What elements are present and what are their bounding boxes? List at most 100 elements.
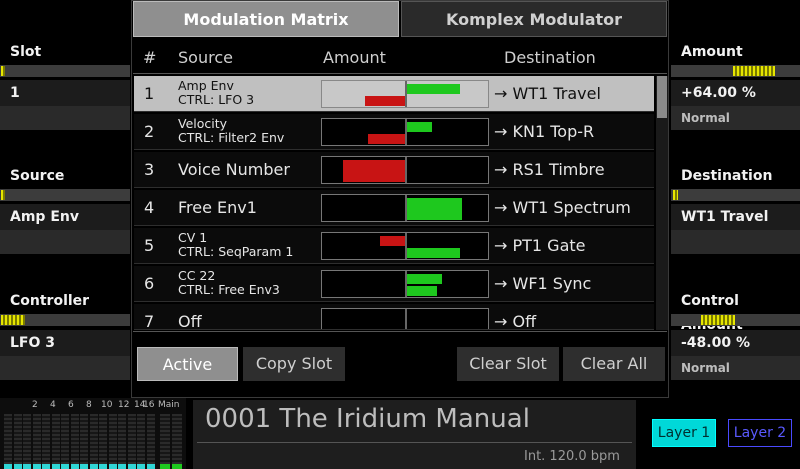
source-label: Source	[10, 168, 65, 184]
row-number: 7	[144, 312, 155, 330]
amount-bar[interactable]	[321, 232, 489, 260]
row-number: 5	[144, 236, 155, 255]
amount-bar[interactable]	[321, 80, 489, 108]
clear-all-button[interactable]: Clear All	[563, 347, 665, 381]
row-controller: CTRL: Filter2 Env	[178, 130, 285, 145]
row-destination: → WF1 Sync	[494, 274, 592, 293]
controller-value[interactable]: LFO 3	[0, 330, 130, 356]
channel-meter	[118, 414, 126, 469]
clear-slot-button[interactable]: Clear Slot	[457, 347, 559, 381]
row-controller: CTRL: SeqParam 1	[178, 244, 294, 259]
matrix-row-7[interactable]: 7 Off → Off	[134, 304, 654, 330]
matrix-scrollbar[interactable]	[656, 76, 668, 330]
slot-label: Slot	[10, 44, 42, 60]
channel-meter	[89, 414, 98, 469]
controller-label: Controller	[10, 293, 90, 309]
destination-label: Destination	[681, 168, 773, 184]
mixer-label-main: Main	[158, 400, 180, 410]
control-amount-knob-bar[interactable]	[671, 314, 800, 326]
channel-meter	[108, 414, 117, 469]
row-destination: → WT1 Travel	[494, 84, 601, 103]
matrix-row-2[interactable]: 2 Velocity CTRL: Filter2 Env → KN1 Top-R	[134, 114, 654, 150]
amount-mode[interactable]: Normal	[671, 106, 800, 130]
channel-meter	[70, 414, 79, 469]
scroll-thumb[interactable]	[657, 76, 667, 118]
channel-meter	[4, 414, 12, 469]
amount-bar[interactable]	[321, 308, 489, 329]
channel-meter	[61, 414, 69, 469]
controller-knob-bar[interactable]	[0, 314, 130, 326]
amount-value[interactable]: +64.00 %	[671, 80, 800, 106]
row-source: Off	[178, 312, 202, 330]
layer-2-button[interactable]: Layer 2	[728, 419, 792, 447]
row-source: CC 22	[178, 268, 216, 283]
row-number: 1	[144, 84, 155, 103]
source-knob-bar[interactable]	[0, 189, 130, 201]
tempo-display[interactable]: Int. 120.0 bpm	[524, 449, 620, 464]
channel-meter	[80, 414, 88, 469]
row-controller: CTRL: LFO 3	[178, 92, 255, 107]
amount-bar[interactable]	[321, 194, 489, 222]
row-destination: → KN1 Top-R	[494, 122, 595, 141]
active-button[interactable]: Active	[137, 347, 238, 381]
main-meter-left	[160, 414, 170, 469]
tab-modulation-matrix[interactable]: Modulation Matrix	[133, 1, 399, 37]
layer-1-button[interactable]: Layer 1	[652, 419, 716, 447]
channel-meter	[42, 414, 50, 469]
row-number: 2	[144, 122, 155, 141]
amount-bar[interactable]	[321, 270, 489, 298]
matrix-row-4[interactable]: 4 Free Env1 → WT1 Spectrum	[134, 190, 654, 226]
mixer-label-12: 12	[118, 400, 130, 410]
mixer-label-4: 4	[50, 400, 56, 410]
channel-meter	[23, 414, 31, 469]
channel-meter	[99, 414, 107, 469]
control-amount-value[interactable]: -48.00 %	[671, 330, 800, 356]
main-meter-right	[172, 414, 182, 469]
preset-name[interactable]: 0001 The Iridium Manual	[205, 404, 530, 434]
tab-komplex-modulator[interactable]: Komplex Modulator	[401, 1, 667, 37]
amount-bar[interactable]	[321, 156, 489, 184]
mixer-label-2: 2	[32, 400, 38, 410]
destination-value[interactable]: WT1 Travel	[671, 204, 800, 230]
header-destination: Destination	[504, 48, 596, 67]
amount-fill	[343, 160, 405, 182]
row-source: Free Env1	[178, 198, 257, 217]
amount-knob-bar[interactable]	[671, 65, 800, 77]
amount-fill	[407, 84, 460, 94]
row-destination: → WT1 Spectrum	[494, 198, 631, 217]
row-destination: → RS1 Timbre	[494, 160, 605, 179]
source-value[interactable]: Amp Env	[0, 204, 130, 230]
row-number: 6	[144, 274, 155, 293]
row-number: 3	[144, 160, 155, 179]
row-controller: CTRL: Free Env3	[178, 282, 280, 297]
channel-meter	[13, 414, 22, 469]
amount-fill	[407, 122, 432, 132]
control-fill	[380, 236, 405, 246]
control-fill	[368, 134, 405, 144]
channel-meter	[127, 414, 136, 469]
mixer-label-16: 16	[143, 400, 155, 410]
matrix-row-3[interactable]: 3 Voice Number → RS1 Timbre	[134, 152, 654, 188]
header-source: Source	[178, 48, 233, 67]
row-destination: → Off	[494, 312, 537, 330]
mixer-label-6: 6	[68, 400, 74, 410]
amount-fill	[407, 274, 442, 284]
copy-slot-button[interactable]: Copy Slot	[243, 347, 345, 381]
row-source: Velocity	[178, 116, 228, 131]
matrix-row-6[interactable]: 6 CC 22 CTRL: Free Env3 → WF1 Sync	[134, 266, 654, 302]
row-source: CV 1	[178, 230, 208, 245]
row-number: 4	[144, 198, 155, 217]
destination-knob-bar[interactable]	[671, 189, 800, 201]
slot-knob-bar[interactable]	[0, 65, 130, 77]
channel-meter	[137, 414, 145, 469]
amount-fill	[407, 248, 460, 258]
matrix-row-5[interactable]: 5 CV 1 CTRL: SeqParam 1 → PT1 Gate	[134, 228, 654, 264]
amount-fill	[407, 198, 462, 220]
control-mode[interactable]: Normal	[671, 356, 800, 380]
mixer-label-10: 10	[101, 400, 113, 410]
slot-value[interactable]: 1	[0, 80, 130, 106]
matrix-row-1[interactable]: 1 Amp Env CTRL: LFO 3 → WT1 Travel	[134, 76, 654, 112]
amount-bar[interactable]	[321, 118, 489, 146]
channel-meter	[146, 414, 155, 469]
mixer-label-8: 8	[86, 400, 92, 410]
